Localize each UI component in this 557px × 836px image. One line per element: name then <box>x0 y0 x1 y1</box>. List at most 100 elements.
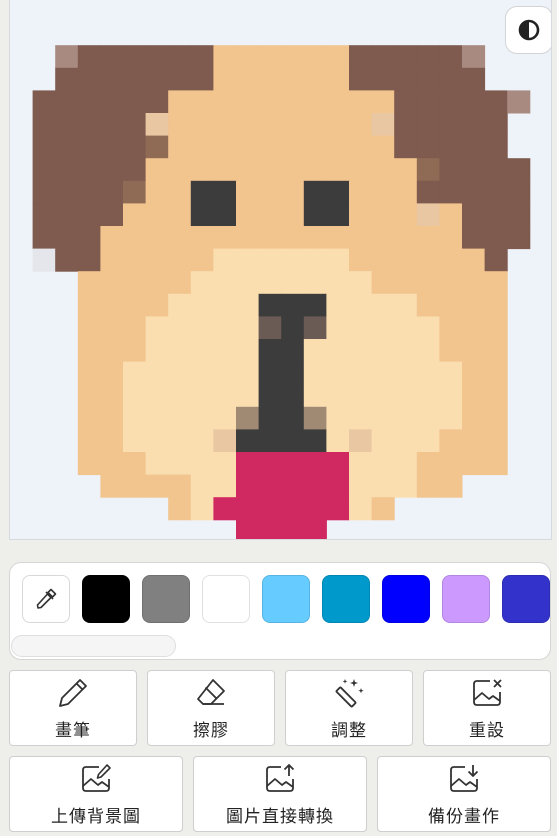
pixel-cell[interactable] <box>281 226 305 250</box>
pixel-cell[interactable] <box>303 180 327 204</box>
pixel-cell[interactable] <box>77 226 101 250</box>
pixel-cell[interactable] <box>439 293 463 317</box>
pixel-cell[interactable] <box>439 406 463 430</box>
pixel-cell[interactable] <box>416 316 440 340</box>
pixel-cell[interactable] <box>145 474 169 498</box>
pixel-cell[interactable] <box>281 293 305 317</box>
pixel-cell[interactable] <box>281 67 305 91</box>
pixel-cell[interactable] <box>484 452 508 476</box>
pixel-cell[interactable] <box>507 158 531 182</box>
pixel-cell[interactable] <box>258 248 282 272</box>
pixel-cell[interactable] <box>77 271 101 295</box>
pixel-cell[interactable] <box>484 293 508 317</box>
pixel-cell[interactable] <box>213 45 237 69</box>
pixel-cell[interactable] <box>394 203 418 227</box>
pixel-cell[interactable] <box>303 45 327 69</box>
pixel-cell[interactable] <box>349 452 373 476</box>
pixel-cell[interactable] <box>394 90 418 114</box>
pixel-cell[interactable] <box>32 248 56 272</box>
pixel-cell[interactable] <box>100 113 124 137</box>
pixel-cell[interactable] <box>462 339 486 363</box>
pixel-cell[interactable] <box>303 113 327 137</box>
pixel-cell[interactable] <box>326 452 350 476</box>
pixel-cell[interactable] <box>394 316 418 340</box>
pixel-cell[interactable] <box>349 90 373 114</box>
pixel-cell[interactable] <box>371 90 395 114</box>
pixel-cell[interactable] <box>349 316 373 340</box>
pixel-cell[interactable] <box>484 158 508 182</box>
pixel-cell[interactable] <box>145 226 169 250</box>
pixel-cell[interactable] <box>349 226 373 250</box>
pixel-cell[interactable] <box>303 226 327 250</box>
pixel-cell[interactable] <box>77 429 101 453</box>
pixel-cell[interactable] <box>326 271 350 295</box>
pixel-cell[interactable] <box>190 339 214 363</box>
pixel-cell[interactable] <box>55 203 79 227</box>
pixel-cell[interactable] <box>77 45 101 69</box>
pixel-cell[interactable] <box>100 135 124 159</box>
pixel-cell[interactable] <box>281 203 305 227</box>
pixel-cell[interactable] <box>123 339 147 363</box>
pixel-cell[interactable] <box>190 248 214 272</box>
pixel-cell[interactable] <box>236 497 260 521</box>
pixel-cell[interactable] <box>258 113 282 137</box>
pixel-cell[interactable] <box>55 158 79 182</box>
pixel-cell[interactable] <box>416 429 440 453</box>
pixel-cell[interactable] <box>439 452 463 476</box>
pixel-cell[interactable] <box>507 90 531 114</box>
pixel-cell[interactable] <box>394 45 418 69</box>
pixel-cell[interactable] <box>213 384 237 408</box>
pixel-cell[interactable] <box>123 316 147 340</box>
pixel-cell[interactable] <box>303 158 327 182</box>
pixel-cell[interactable] <box>484 113 508 137</box>
pixel-cell[interactable] <box>190 316 214 340</box>
pixel-cell[interactable] <box>190 406 214 430</box>
pixel-cell[interactable] <box>326 497 350 521</box>
pixel-cell[interactable] <box>145 45 169 69</box>
pixel-cell[interactable] <box>213 203 237 227</box>
pixel-cell[interactable] <box>371 474 395 498</box>
pixel-cell[interactable] <box>462 406 486 430</box>
pixel-cell[interactable] <box>168 429 192 453</box>
upload-background-button[interactable]: 上傳背景圖 <box>9 756 183 832</box>
pixel-cell[interactable] <box>326 135 350 159</box>
pixel-cell[interactable] <box>349 67 373 91</box>
pixel-cell[interactable] <box>258 361 282 385</box>
pixel-cell[interactable] <box>303 497 327 521</box>
pixel-cell[interactable] <box>439 316 463 340</box>
pixel-cell[interactable] <box>439 113 463 137</box>
color-swatch-1[interactable] <box>82 575 130 623</box>
pixel-cell[interactable] <box>439 203 463 227</box>
pixel-cell[interactable] <box>281 452 305 476</box>
pixel-cell[interactable] <box>55 226 79 250</box>
pixel-cell[interactable] <box>439 45 463 69</box>
pixel-cell[interactable] <box>349 203 373 227</box>
pixel-cell[interactable] <box>394 452 418 476</box>
pixel-cell[interactable] <box>394 158 418 182</box>
pixel-cell[interactable] <box>326 384 350 408</box>
pixel-cell[interactable] <box>303 248 327 272</box>
pixel-cell[interactable] <box>123 384 147 408</box>
pixel-cell[interactable] <box>349 384 373 408</box>
pixel-cell[interactable] <box>416 361 440 385</box>
pixel-cell[interactable] <box>349 361 373 385</box>
pixel-cell[interactable] <box>371 384 395 408</box>
pixel-cell[interactable] <box>416 293 440 317</box>
pixel-cell[interactable] <box>168 45 192 69</box>
pixel-cell[interactable] <box>236 361 260 385</box>
pixel-cell[interactable] <box>123 452 147 476</box>
pixel-cell[interactable] <box>145 429 169 453</box>
pixel-cell[interactable] <box>281 316 305 340</box>
pixel-cell[interactable] <box>371 361 395 385</box>
pixel-cell[interactable] <box>281 497 305 521</box>
color-swatch-2[interactable] <box>142 575 190 623</box>
pixel-cell[interactable] <box>349 113 373 137</box>
pixel-cell[interactable] <box>303 293 327 317</box>
pixel-cell[interactable] <box>236 316 260 340</box>
pixel-cell[interactable] <box>77 406 101 430</box>
pixel-cell[interactable] <box>462 90 486 114</box>
pixel-cell[interactable] <box>326 226 350 250</box>
pixel-cell[interactable] <box>123 429 147 453</box>
pixel-cell[interactable] <box>77 248 101 272</box>
pixel-cell[interactable] <box>462 293 486 317</box>
